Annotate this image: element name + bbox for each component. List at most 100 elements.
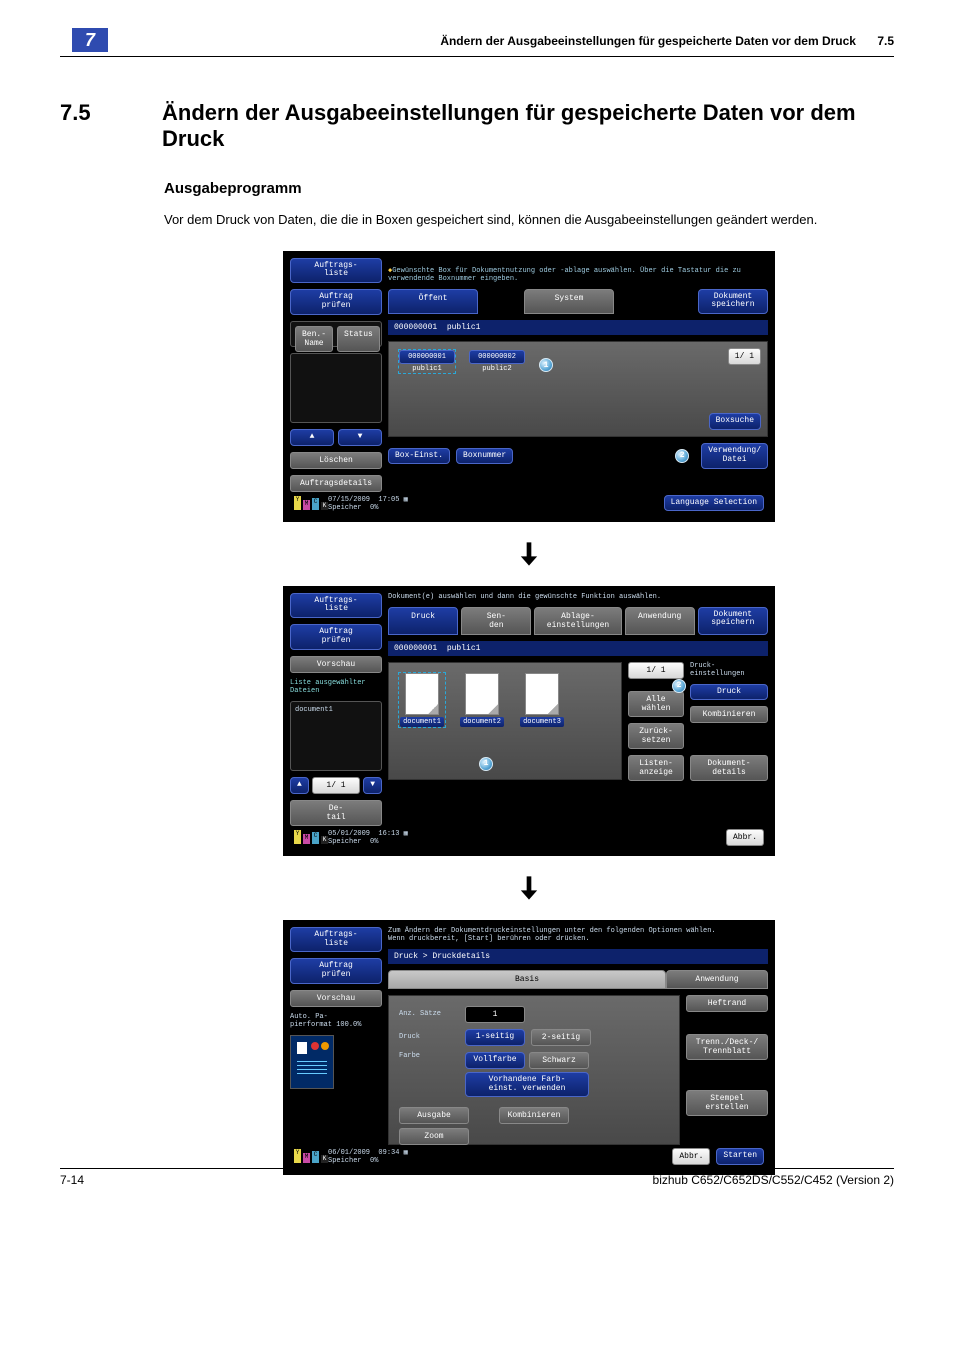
- header-rule: [60, 56, 894, 57]
- page-footer: 7-14 bizhub C652/C652DS/C552/C452 (Versi…: [60, 1168, 894, 1187]
- tab-application[interactable]: Anwendung: [666, 970, 768, 989]
- footer-datetime: 05/01/2009 16:13 ▦ Speicher 0%: [328, 829, 408, 846]
- use-file-button[interactable]: Verwendung/ Datei: [701, 443, 768, 469]
- detail-button[interactable]: De- tail: [290, 800, 382, 826]
- save-document-button[interactable]: Dokument speichern: [698, 607, 768, 635]
- jobs-list-button[interactable]: Auftrags- liste: [290, 593, 382, 619]
- cover-sheet-button[interactable]: Trenn./Deck-/ Trennblatt: [686, 1034, 768, 1060]
- section-number: 7.5: [60, 100, 120, 152]
- footer-datetime: 06/01/2009 09:34 ▦ Speicher 0%: [328, 1148, 408, 1165]
- doc-page-indicator: 1/ 1: [628, 662, 684, 679]
- stamp-button[interactable]: Stempel erstellen: [686, 1090, 768, 1116]
- footer-datetime: 07/15/2009 17:05 ▦ Speicher 0%: [328, 495, 408, 512]
- toner-indicator: YMCK: [294, 1149, 328, 1163]
- cancel-button[interactable]: Abbr.: [726, 829, 764, 846]
- select-all-button[interactable]: Alle wählen: [628, 691, 684, 717]
- combine-button[interactable]: Kombinieren: [690, 706, 768, 723]
- toner-indicator: YMCK: [294, 830, 328, 844]
- jobs-list-button[interactable]: Auftrags- liste: [290, 927, 382, 953]
- print-button[interactable]: Druck: [690, 684, 768, 701]
- check-job-button[interactable]: Auftrag prüfen: [290, 289, 382, 315]
- running-title: Ändern der Ausgabeeinstellungen für gesp…: [440, 34, 856, 48]
- save-document-button[interactable]: Dokument speichern: [698, 289, 768, 315]
- doc-details-button[interactable]: Dokument- details: [690, 755, 768, 781]
- screenshot-box-list: Auftrags- liste Auftrag prüfen Ben.- Nam…: [283, 251, 775, 522]
- check-job-button[interactable]: Auftrag prüfen: [290, 624, 382, 650]
- screenshot-doc-select: Auftrags- liste Auftrag prüfen Vorschau …: [283, 586, 775, 856]
- hint-text: Zum Ändern der Dokumentdruckeinstellunge…: [388, 927, 768, 943]
- preview-button[interactable]: Vorschau: [290, 656, 382, 673]
- scroll-down-button[interactable]: ▼: [338, 429, 382, 446]
- tab-filing[interactable]: Ablage- einstellungen: [534, 607, 621, 635]
- chapter-tab: 7: [72, 28, 108, 52]
- flow-arrow-icon: [515, 874, 543, 902]
- preview-button[interactable]: Vorschau: [290, 990, 382, 1007]
- product-line: bizhub C652/C652DS/C552/C452 (Version 2): [653, 1173, 894, 1187]
- page-indicator: 1/ 1: [728, 348, 761, 365]
- use-existing-color-button[interactable]: Vorhandene Farb- einst. verwenden: [465, 1072, 589, 1098]
- tab-system[interactable]: System: [524, 289, 614, 315]
- tab-application[interactable]: Anwendung: [625, 607, 695, 635]
- start-button[interactable]: Starten: [716, 1148, 764, 1165]
- col-username[interactable]: Ben.- Name: [295, 326, 333, 352]
- box-item-1[interactable]: 000000001 public1: [399, 350, 455, 373]
- copies-value[interactable]: 1: [465, 1006, 525, 1023]
- jobs-list-button[interactable]: Auftrags- liste: [290, 258, 382, 284]
- section-title: Ändern der Ausgabeeinstellungen für gesp…: [162, 100, 894, 152]
- delete-button[interactable]: Löschen: [290, 452, 382, 469]
- preview-thumbnail: [290, 1035, 334, 1089]
- box-number-button[interactable]: Boxnummer: [456, 448, 513, 465]
- col-status[interactable]: Status: [337, 326, 380, 352]
- screenshot-print-details: Auftrags- liste Auftrag prüfen Vorschau …: [283, 920, 775, 1175]
- one-sided-button[interactable]: 1-seitig: [465, 1029, 525, 1046]
- box-search-button[interactable]: Boxsuche: [709, 413, 761, 430]
- print-mode-label: Druck: [399, 1033, 459, 1041]
- tab-send[interactable]: Sen- den: [461, 607, 531, 635]
- fullcolor-button[interactable]: Vollfarbe: [465, 1052, 525, 1069]
- job-list-empty: [290, 353, 382, 423]
- doc-item-1[interactable]: document1: [399, 673, 445, 727]
- hint-text: Dokument(e) auswählen und dann die gewün…: [388, 593, 768, 601]
- box-settings-button[interactable]: Box-Einst.: [388, 448, 450, 465]
- callout-1-icon: 1: [539, 358, 553, 372]
- running-head: Ändern der Ausgabeeinstellungen für gesp…: [440, 34, 894, 48]
- two-sided-button[interactable]: 2-seitig: [531, 1029, 591, 1046]
- combine-button[interactable]: Kombinieren: [499, 1107, 569, 1124]
- tab-basis[interactable]: Basis: [388, 970, 666, 989]
- box-item-2[interactable]: 000000002 public2: [469, 350, 525, 373]
- color-label: Farbe: [399, 1052, 459, 1060]
- doc-item-2[interactable]: document2: [459, 673, 505, 727]
- auto-paper-label: Auto. Pa- pierformat 100.0%: [290, 1013, 382, 1029]
- copies-label: Anz. Sätze: [399, 1010, 459, 1018]
- check-job-button[interactable]: Auftrag prüfen: [290, 958, 382, 984]
- job-details-button[interactable]: Auftragsdetails: [290, 475, 382, 492]
- callout-2-icon: 2: [675, 449, 689, 463]
- output-button[interactable]: Ausgabe: [399, 1107, 469, 1124]
- binding-margin-button[interactable]: Heftrand: [686, 995, 768, 1012]
- zoom-button[interactable]: Zoom: [399, 1128, 469, 1145]
- selected-files-list: document1: [290, 701, 382, 771]
- scroll-up-button[interactable]: ▲: [290, 777, 309, 794]
- box-grid: 000000001 public1 000000002 public2 1 1/…: [388, 341, 768, 437]
- black-button[interactable]: Schwarz: [529, 1052, 589, 1069]
- tab-print[interactable]: Druck: [388, 607, 458, 635]
- language-selection-button[interactable]: Language Selection: [664, 495, 764, 512]
- callout-1-icon: 1: [479, 757, 493, 771]
- cancel-button[interactable]: Abbr.: [672, 1148, 710, 1165]
- page-number: 7-14: [60, 1173, 84, 1187]
- list-view-button[interactable]: Listen- anzeige: [628, 755, 684, 781]
- running-secnum: 7.5: [877, 34, 894, 48]
- breadcrumb: Druck > Druckdetails: [388, 949, 768, 964]
- callout-2-icon: 2: [672, 679, 686, 693]
- reset-button[interactable]: Zurück- setzen: [628, 723, 684, 749]
- toner-indicator: YMCK: [294, 496, 328, 510]
- page-indicator: 1/ 1: [312, 777, 360, 794]
- tab-public[interactable]: Öffent: [388, 289, 478, 315]
- selected-files-label: Liste ausgewählter Dateien: [290, 679, 382, 695]
- doc-item-3[interactable]: document3: [519, 673, 565, 727]
- doc-grid: document1 document2 document3 1: [388, 662, 622, 780]
- intro-paragraph: Vor dem Druck von Daten, die die in Boxe…: [164, 211, 894, 229]
- scroll-up-button[interactable]: ▲: [290, 429, 334, 446]
- scroll-down-button[interactable]: ▼: [363, 777, 382, 794]
- hint-text: ◆Gewünschte Box für Dokumentnutzung oder…: [388, 258, 768, 283]
